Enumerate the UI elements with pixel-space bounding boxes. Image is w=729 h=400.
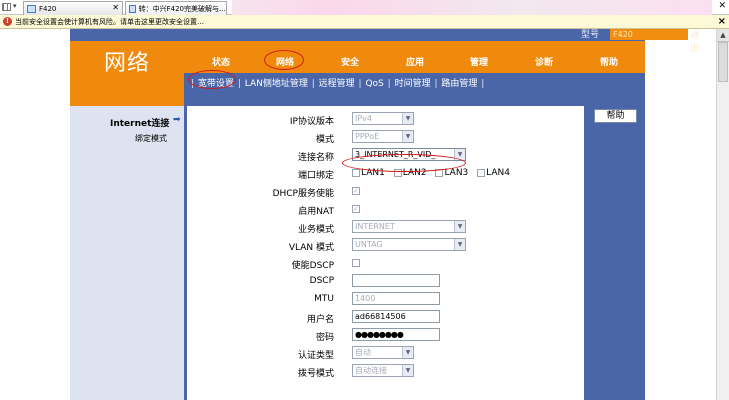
tab-list-dropdown-icon[interactable]: ▾ <box>13 2 17 10</box>
nav-item-security[interactable]: 安全 <box>325 55 375 68</box>
tab-title: F420 <box>39 4 57 13</box>
close-tab-icon[interactable]: ✕ <box>112 3 119 12</box>
nav-item-application[interactable]: 应用 <box>390 55 440 68</box>
logout-link[interactable]: 退出 <box>690 29 699 54</box>
subnav-qos[interactable]: QoS <box>365 79 383 89</box>
subnav-lan-address[interactable]: LAN侧地址管理 <box>245 79 308 89</box>
chevron-down-icon: ▼ <box>454 239 465 250</box>
password-input[interactable]: ●●●●●●●● <box>352 328 440 341</box>
scrollbar-thumb[interactable] <box>718 42 728 82</box>
form-row: 用户名 ad66814506 <box>187 309 587 327</box>
security-info-bar[interactable]: ! 当前安全设置会使计算机有风险。请单击这里更改安全设置… × <box>0 15 729 29</box>
nav-item-help[interactable]: 帮助 <box>584 55 634 68</box>
nav-item-diagnostics[interactable]: 诊断 <box>519 55 569 68</box>
vlan-mode-label: VLAN 模式 <box>288 243 334 253</box>
form-row: 密码 ●●●●●●●● <box>187 327 587 345</box>
chevron-down-icon: ▼ <box>402 365 413 376</box>
auth-type-select: 自动 ▼ <box>352 346 414 359</box>
ie-page-icon <box>129 4 136 13</box>
security-warning-text[interactable]: 当前安全设置会使计算机有风险。请单击这里更改安全设置… <box>15 17 204 27</box>
dhcp-checkbox: ✓ <box>352 186 360 195</box>
sidebar-title[interactable]: Internet连接 <box>110 116 169 129</box>
arrow-right-icon: ➡ <box>173 115 181 125</box>
chevron-down-icon: ▼ <box>402 131 413 142</box>
form-row: 拨号模式 自动连接 ▼ <box>187 363 587 381</box>
service-mode-label: 业务模式 <box>297 225 334 235</box>
form-row: VLAN 模式 UNTAG ▼ <box>187 237 587 255</box>
form-row: 业务模式 INTERNET ▼ <box>187 219 587 237</box>
password-label: 密码 <box>315 333 334 343</box>
nat-checkbox: ✓ <box>352 204 360 213</box>
top-status-band: 型号 F420 退出 <box>70 29 699 54</box>
dhcp-label: DHCP服务使能 <box>272 189 334 199</box>
subnav-time-management[interactable]: 时间管理 <box>395 79 431 89</box>
help-button[interactable]: 帮助 <box>594 109 637 123</box>
enable-dscp-label: 使能DSCP <box>291 261 334 271</box>
subnav-routing[interactable]: 路由管理 <box>441 79 477 89</box>
chevron-down-icon: ▼ <box>402 113 413 124</box>
nav-item-management[interactable]: 管理 <box>454 55 504 68</box>
form-row: 启用NAT ✓ <box>187 201 587 219</box>
mode-label: 模式 <box>315 135 334 145</box>
port-binding-label: 端口绑定 <box>297 171 334 181</box>
dscp-label: DSCP <box>309 276 334 286</box>
right-help-panel: 帮助 <box>584 106 645 400</box>
chevron-down-icon: ▼ <box>402 347 413 358</box>
form-row: DSCP <box>187 273 587 291</box>
username-label: 用户名 <box>306 315 334 325</box>
lan4-checkbox[interactable] <box>477 169 486 177</box>
browser-tab-f420[interactable]: F420 ✕ <box>23 1 123 15</box>
scroll-up-icon[interactable]: ▲ <box>717 29 729 42</box>
chevron-down-icon: ▼ <box>454 221 465 232</box>
form-row: 使能DSCP <box>187 255 587 273</box>
form-row: IP协议版本 IPv4 ▼ <box>187 111 587 129</box>
dial-mode-label: 拨号模式 <box>297 369 334 379</box>
warning-icon: ! <box>3 17 12 26</box>
model-value: F420 <box>610 29 688 40</box>
mode-select: PPPoE ▼ <box>352 130 414 143</box>
main-nav: 状态 网络 安全 应用 管理 诊断 帮助 <box>184 41 645 73</box>
form-row: MTU 1400 <box>187 291 587 309</box>
tab-title: 转：中兴F420完美破解与… <box>138 4 226 13</box>
browser-tab-strip: ▾ F420 ✕ 转：中兴F420完美破解与… ✕ <box>0 0 729 15</box>
nav-item-status[interactable]: 状态 <box>196 55 246 68</box>
dial-mode-select: 自动连接 ▼ <box>352 364 414 377</box>
browser-tab-article[interactable]: 转：中兴F420完美破解与… <box>125 1 227 15</box>
vertical-scrollbar[interactable]: ▲ <box>716 29 729 400</box>
section-title: 网络 <box>104 51 151 76</box>
subnav-remote-management[interactable]: 远程管理 <box>319 79 355 89</box>
vlan-mode-select: UNTAG ▼ <box>352 238 466 251</box>
model-label: 型号 <box>581 30 600 40</box>
quick-tabs-icon[interactable] <box>2 3 11 11</box>
broadband-settings-form: IP协议版本 IPv4 ▼ 模式 PPPoE ▼ 连接名称 3_INTERNET_R… <box>184 106 584 400</box>
sidebar-item-binding-mode[interactable]: 绑定模式 <box>135 133 167 144</box>
form-row: DHCP服务使能 ✓ <box>187 183 587 201</box>
left-sidebar: Internet连接 ➡ 绑定模式 <box>70 106 184 400</box>
router-admin-page: 型号 F420 退出 网络 状态 网络 安全 应用 管理 诊断 帮助 | 宽带设… <box>0 29 716 400</box>
enable-dscp-checkbox[interactable] <box>352 258 360 267</box>
lan1-checkbox[interactable] <box>352 169 360 177</box>
connection-name-highlight <box>342 154 466 172</box>
form-row: 模式 PPPoE ▼ <box>187 129 587 147</box>
tab-strip-background <box>232 0 712 15</box>
nat-label: 启用NAT <box>298 207 334 217</box>
service-mode-select: INTERNET ▼ <box>352 220 466 233</box>
active-subnav-highlight <box>188 70 236 89</box>
auth-type-label: 认证类型 <box>297 351 334 361</box>
close-window-icon[interactable]: ✕ <box>718 1 726 11</box>
connection-name-label: 连接名称 <box>297 153 334 163</box>
ip-version-label: IP协议版本 <box>289 117 334 127</box>
ip-version-select: IPv4 ▼ <box>352 112 414 125</box>
username-input[interactable]: ad66814506 <box>352 310 440 323</box>
ie-page-icon <box>27 4 36 13</box>
active-nav-highlight <box>264 50 304 70</box>
mtu-label: MTU <box>314 294 334 304</box>
form-row: 认证类型 自动 ▼ <box>187 345 587 363</box>
dscp-input[interactable] <box>352 274 440 287</box>
mtu-input[interactable]: 1400 <box>352 292 440 305</box>
close-info-bar-icon[interactable]: × <box>718 16 726 27</box>
